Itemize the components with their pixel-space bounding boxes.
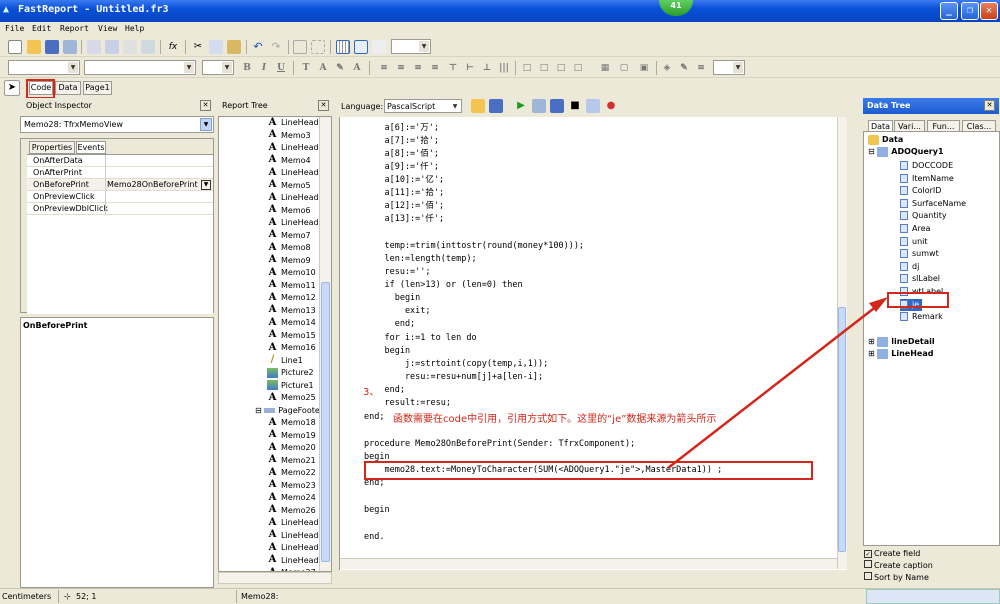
status-object: Memo28: [241, 592, 279, 601]
annotation-arrow [667, 297, 888, 469]
status-bar: Centimeters ⊹ 52; 1 Memo28: [0, 588, 1000, 604]
ime-toolbar[interactable] [866, 589, 1000, 604]
cursor-position: 52; 1 [76, 592, 97, 601]
cursor-icon: ⊹ [64, 592, 71, 601]
units-label: Centimeters [2, 592, 52, 601]
